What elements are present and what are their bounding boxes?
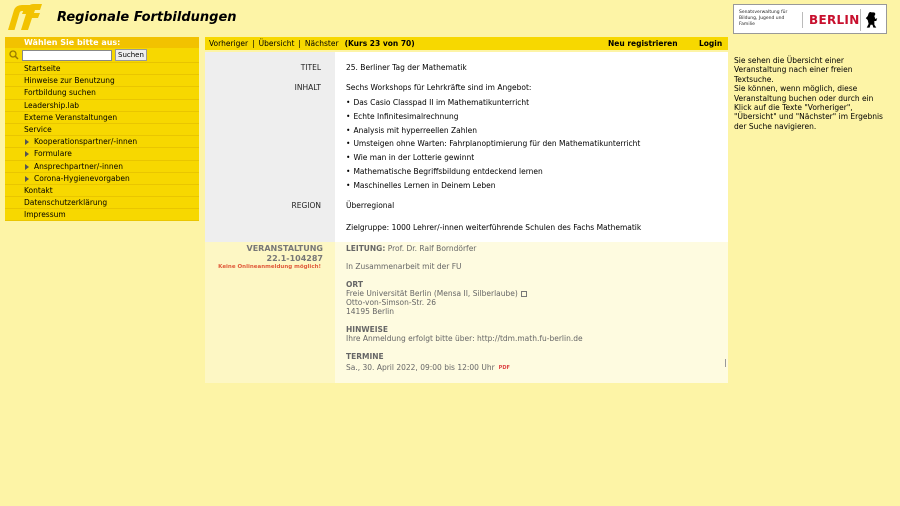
place-row: Freie Universität Berlin (Mensa II, Silb… [346,289,527,298]
berlin-bear-icon [860,9,878,31]
nav-item-label: Corona-Hygienevorgaben [34,173,130,183]
event-label: VERANSTALTUNG [246,244,323,253]
nav-search-row: Suchen [5,48,199,63]
nav-item-10[interactable]: Kontakt [5,184,199,198]
leader-name: Prof. Dr. Ralf Borndörfer [387,244,477,253]
next-link[interactable]: Nächster [305,39,339,48]
place-name[interactable]: Freie Universität Berlin (Mensa II, Silb… [346,289,518,298]
target-group: Zielgruppe: 1000 Lehrer/-innen weiterfüh… [346,223,642,232]
info-text-1: Sie sehen die Übersicht einer Veranstalt… [734,56,853,84]
nav-item-label: Kontakt [24,185,53,195]
leader-row: LEITUNG: Prof. Dr. Ralf Borndörfer [346,244,476,253]
nav-item-label: Leadership.lab [24,100,80,110]
nav-item-9[interactable]: Corona-Hygienevorgaben [5,172,199,185]
info-text-2: Sie können, wenn möglich, diese Veransta… [734,84,883,131]
date-row: Sa., 30. April 2022, 09:00 bis 12:00 Uhr… [346,363,510,372]
no-online-registration-notice: Keine Onlineanmeldung möglich! [218,264,321,270]
workshop-item: Maschinelles Lernen in Deinem Leben [346,181,495,190]
event-number: 22.1-104287 [266,254,323,263]
pdf-icon[interactable]: PDF [499,365,510,371]
berlin-senate-logo[interactable]: Senatsverwaltung für Bildung, Jugend und… [733,4,887,34]
place-label: ORT [346,280,363,289]
external-link-icon[interactable] [520,291,527,297]
content-label: INHALT [294,83,321,92]
nav-item-1[interactable]: Hinweise zur Benutzung [5,75,199,88]
overview-link[interactable]: Übersicht [259,39,295,48]
nav-item-2[interactable]: Fortbildung suchen [5,87,199,100]
separator: | [298,39,301,48]
workshop-item: Das Casio Classpad II im Mathematikunter… [346,98,529,107]
separator: | [252,39,255,48]
workshop-item: Analysis mit hyperreellen Zahlen [346,126,477,135]
nav-item-3[interactable]: Leadership.lab [5,99,199,112]
course-detail: TITEL 25. Berliner Tag der Mathematik IN… [205,52,728,383]
course-navigation-bar: Vorheriger | Übersicht | Nächster (Kurs 23 vo… [205,37,728,50]
nav-heading: Wählen Sie bitte aus: [5,37,199,48]
place-city: 14195 Berlin [346,307,395,316]
nav-item-label: Ansprechpartner/-innen [34,161,123,171]
nav-item-11[interactable]: Datenschutzerklärung [5,197,199,210]
notes-label: HINWEISE [346,325,389,334]
nav-item-label: Kooperationspartner/-innen [34,137,138,147]
place-street: Otto-von-Simson-Str. 26 [346,298,437,307]
nav-item-label: Startseite [24,64,61,73]
nav-item-label: Hinweise zur Benutzung [24,76,115,86]
dates-label: TERMINE [346,352,384,361]
nav-item-label: Formulare [34,149,72,159]
notes-text: Ihre Anmeldung erfolgt bitte über: http:… [346,334,583,343]
help-info: Sie sehen die Übersicht einer Veranstalt… [734,56,886,131]
register-link[interactable]: Neu registrieren [608,37,678,50]
search-icon [9,50,19,60]
workshop-item: Umsteigen ohne Warten: Fahrplanoptimieru… [346,139,640,148]
workshop-item: Wie man in der Lotterie gewinnt [346,153,474,162]
triangle-right-icon [25,163,29,170]
site-title: Regionale Fortbildungen [57,10,237,25]
nav-item-4[interactable]: Externe Veranstaltungen [5,111,199,124]
nav-list: Startseite Hinweise zur Benutzung Fortbild… [5,63,199,222]
senate-text: Senatsverwaltung für Bildung, Jugend und… [739,10,788,27]
content-intro: Sechs Workshops für Lehrkräfte sind im A… [346,83,532,92]
berlin-wordmark: BERLIN [802,12,860,28]
nav-item-8[interactable]: Ansprechpartner/-innen [5,160,199,173]
nav-item-label: Impressum [24,210,66,220]
triangle-right-icon [25,151,29,158]
login-link[interactable]: Login [699,37,722,50]
nav-item-label: Datenschutzerklärung [24,198,108,208]
event-date: Sa., 30. April 2022, 09:00 bis 12:00 Uhr [346,363,495,372]
nav-item-label: Fortbildung suchen [24,88,96,98]
nav-item-label: Service [24,124,52,134]
triangle-right-icon [25,175,29,182]
workshop-item: Echte Infinitesimalrechnung [346,112,458,121]
scroll-marker [725,359,726,367]
region-label: REGION [291,201,322,210]
search-button[interactable]: Suchen [115,49,147,61]
previous-link[interactable]: Vorheriger [209,39,248,48]
leader-label: LEITUNG: [346,244,386,253]
course-counter: (Kurs 23 von 70) [344,39,415,48]
label-column [205,52,335,242]
left-navigation: Wählen Sie bitte aus: Suchen Startseite H… [5,37,199,222]
rf-logo[interactable] [4,4,48,31]
triangle-right-icon [25,139,29,146]
region-value: Überregional [346,201,395,210]
nav-item-7[interactable]: Formulare [5,148,199,161]
course-title: 25. Berliner Tag der Mathematik [346,63,467,72]
course-info-panel: TITEL 25. Berliner Tag der Mathematik IN… [205,52,728,242]
workshop-item: Mathematische Begriffsbildung entdeckend… [346,167,542,176]
nav-item-6[interactable]: Kooperationspartner/-innen [5,136,199,149]
nav-item-label: Externe Veranstaltungen [24,112,118,122]
title-label: TITEL [300,63,321,72]
search-input[interactable] [22,49,112,61]
cooperation-note: In Zusammenarbeit mit der FU [346,262,462,271]
event-panel: VERANSTALTUNG 22.1-104287 Keine Onlinean… [205,242,728,383]
nav-item-5[interactable]: Service [5,123,199,137]
nav-item-0[interactable]: Startseite [5,63,199,76]
nav-item-12[interactable]: Impressum [5,209,199,222]
